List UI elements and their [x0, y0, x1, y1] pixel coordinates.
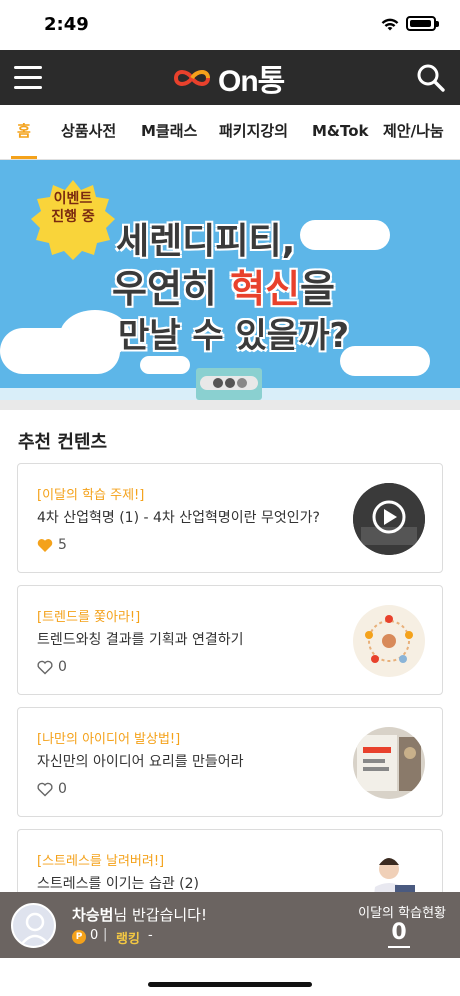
wifi-icon: [381, 18, 399, 31]
coin-icon: P: [72, 930, 86, 944]
tab-m-tok[interactable]: M&Tok: [312, 105, 369, 159]
card-thumbnail[interactable]: [353, 605, 425, 677]
card-category: [이달의 학습 주제!]: [37, 488, 145, 503]
card-title: 4차 산업혁명 (1) - 4차 산업혁명이란 무엇인가?: [37, 510, 320, 526]
heart-outline-icon[interactable]: [37, 660, 53, 675]
trend-chart-icon: [353, 605, 425, 677]
event-banner[interactable]: 이벤트 진행 중 세렌디피티, 우연히 혁신을 만날 수 있을까?: [0, 160, 460, 400]
points-value: 0: [90, 928, 99, 943]
home-indicator[interactable]: [148, 982, 312, 987]
card-category: [스트레스를 날려버려!]: [37, 854, 165, 869]
ranking-label[interactable]: 랭킹: [116, 928, 140, 947]
like-count: 0: [58, 781, 67, 797]
banner-headline-line2: 우연히 혁신을: [112, 267, 336, 311]
play-icon: [353, 483, 425, 555]
user-status-bar: 차승범님 반갑습니다! P 0 | 랭킹 - 이달의 학습현황 0: [0, 892, 460, 958]
tab-m-class[interactable]: M클래스: [141, 105, 197, 159]
battery-icon: [406, 16, 439, 31]
tab-suggestion-share[interactable]: 제안/나눔: [383, 105, 444, 159]
like-count: 5: [58, 537, 67, 553]
status-time: 2:49: [44, 14, 89, 35]
banner-headline-line3: 만날 수 있을까?: [118, 316, 350, 356]
separator: |: [103, 927, 108, 942]
user-avatar-icon: [20, 912, 50, 946]
app-header: On통: [0, 50, 460, 105]
ranking-value: -: [148, 928, 153, 943]
heart-filled-icon[interactable]: [37, 538, 53, 553]
content-card[interactable]: [나만의 아이디어 발상법!] 자신만의 아이디어 요리를 만들어라 0: [17, 707, 443, 817]
status-bar: 2:49: [0, 0, 460, 50]
section-title: 추천 컨텐츠: [18, 432, 108, 453]
monthly-learning-value[interactable]: 0: [388, 920, 410, 948]
logo-infinity-icon: [173, 70, 211, 86]
card-title: 자신만의 아이디어 요리를 만들어라: [37, 754, 244, 770]
tab-product-dictionary[interactable]: 상품사전: [61, 105, 116, 159]
heart-outline-icon[interactable]: [37, 782, 53, 797]
content-card[interactable]: [이달의 학습 주제!] 4차 산업혁명 (1) - 4차 산업혁명이란 무엇인…: [17, 463, 443, 573]
event-badge-text: 이벤트 진행 중: [51, 191, 95, 225]
card-thumbnail-video[interactable]: [353, 483, 425, 555]
tab-home[interactable]: 홈: [11, 105, 37, 159]
card-category: [트렌드를 쫓아라!]: [37, 610, 141, 625]
section-divider: [0, 400, 460, 410]
banner-headline-line1: 세렌디피티,: [116, 221, 296, 262]
banner-device-icon: [196, 368, 262, 400]
card-title: 트렌드와칭 결과를 기획과 연결하기: [37, 632, 244, 648]
content-card[interactable]: [트렌드를 쫓아라!] 트렌드와칭 결과를 기획과 연결하기 0: [17, 585, 443, 695]
search-icon[interactable]: [416, 63, 446, 93]
tab-bar: 홈 상품사전 M클래스 패키지강의 M&Tok 제안/나눔: [0, 105, 460, 160]
card-thumbnail[interactable]: [353, 727, 425, 799]
idea-book-icon: [353, 727, 425, 799]
card-category: [나만의 아이디어 발상법!]: [37, 732, 181, 747]
bottom-safe-area: [0, 958, 460, 996]
like-count: 0: [58, 659, 67, 675]
logo-text: On통: [218, 65, 285, 98]
avatar[interactable]: [11, 903, 56, 948]
monthly-learning-label: 이달의 학습현황: [358, 906, 446, 921]
card-title: 스트레스를 이기는 습관 (2): [37, 876, 199, 892]
menu-icon[interactable]: [14, 66, 42, 90]
greeting-text: 차승범님 반갑습니다!: [72, 906, 207, 924]
app-logo[interactable]: On통: [172, 60, 285, 98]
tab-package-lectures[interactable]: 패키지강의: [219, 105, 288, 159]
